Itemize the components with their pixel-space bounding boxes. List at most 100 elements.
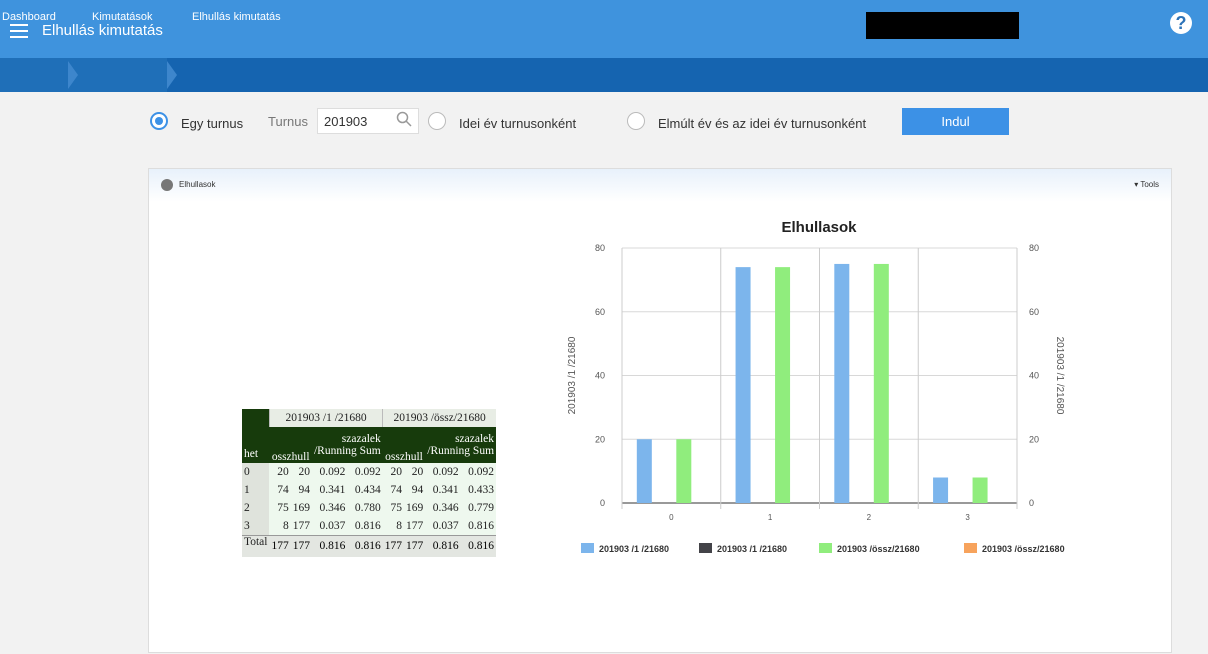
turnus-label: Turnus <box>268 114 308 129</box>
legend-label: 201903 /1 /21680 <box>717 544 787 554</box>
y-tick-label-right: 60 <box>1029 307 1039 317</box>
radio-label-elmult-ev: Elmúlt év és az idei év turnusonként <box>658 116 867 131</box>
bar <box>676 439 692 503</box>
table-cell: 0.346 <box>311 499 348 517</box>
table-cell: 0.346 <box>425 499 461 517</box>
y-tick-label: 60 <box>595 307 605 317</box>
y-tick-label: 40 <box>595 371 605 381</box>
radio-elmult-ev[interactable] <box>627 112 645 130</box>
col-running-sum: /Running Sum <box>425 445 497 463</box>
table-cell: 0.092 <box>425 463 461 481</box>
chart-title: Elhullasok <box>781 219 857 236</box>
table-cell: 0.092 <box>311 463 348 481</box>
x-tick-label: 0 <box>669 513 674 522</box>
breadcrumb-separator <box>167 58 177 92</box>
y-tick-label: 80 <box>595 243 605 253</box>
x-tick-label: 3 <box>965 513 970 522</box>
breadcrumb-kimutatasok[interactable]: Kimutatások <box>92 11 153 23</box>
hamburger-menu-icon[interactable] <box>10 24 28 38</box>
table-cell: 0.816 <box>347 517 383 535</box>
top-bar: Elhullás kimutatás ? <box>0 0 1208 58</box>
bar <box>735 267 751 503</box>
turnus-input[interactable] <box>317 108 419 134</box>
legend-swatch <box>819 543 832 553</box>
y-tick-label-right: 40 <box>1029 371 1039 381</box>
table-row: 3 8 177 0.037 0.816 8 177 0.037 0.816 <box>242 517 497 535</box>
pivot-table: 201903 /1 /21680 201903 /össz/21680 ossz… <box>242 409 497 557</box>
table-cell: 0.341 <box>425 481 461 499</box>
bar <box>636 439 652 503</box>
col-osszhull: osszhull <box>382 427 426 463</box>
y-tick-label: 20 <box>595 434 605 444</box>
table-total-row: Total 177 177 0.816 0.816 177 177 0.816 … <box>242 534 497 557</box>
row-label: 0 <box>242 463 270 481</box>
bar <box>972 477 988 503</box>
report-panel: Elhullasok ▾ Tools 201903 /1 /21680 2019… <box>148 168 1172 653</box>
y-axis-title: 201903 /1 /21680 <box>567 336 578 414</box>
total-cell: 0.816 <box>347 534 383 557</box>
table-cell: 20 <box>382 463 404 481</box>
y-tick-label-right: 20 <box>1029 434 1039 444</box>
app-title: Elhullás kimutatás <box>42 22 163 39</box>
radio-egy-turnus[interactable] <box>150 112 168 130</box>
breadcrumb-current: Elhullás kimutatás <box>192 11 281 23</box>
row-label: 3 <box>242 517 270 535</box>
table-cell: 75 <box>382 499 404 517</box>
total-cell: 0.816 <box>311 534 348 557</box>
col-szazalek: szazalek <box>311 427 383 445</box>
radio-label-egy-turnus: Egy turnus <box>181 116 244 131</box>
table-row: 2 75 169 0.346 0.780 75 169 0.346 0.779 <box>242 499 497 517</box>
table-row: 1 74 94 0.341 0.434 74 94 0.341 0.433 <box>242 481 497 499</box>
legend-label: 201903 /1 /21680 <box>599 544 669 554</box>
legend-swatch <box>581 543 594 553</box>
x-tick-label: 1 <box>768 513 773 522</box>
bar <box>873 263 889 503</box>
y-axis-title-right: 201903 /1 /21680 <box>1054 337 1065 415</box>
total-label: Total <box>242 534 270 557</box>
table-cell: 74 <box>269 481 291 499</box>
total-cell: 0.816 <box>460 534 497 557</box>
table-cell: 169 <box>404 499 426 517</box>
group-header-2: 201903 /össz/21680 <box>382 409 497 427</box>
table-cell: 20 <box>290 463 312 481</box>
total-cell: 177 <box>290 534 312 557</box>
table-cell: 0.037 <box>425 517 461 535</box>
breadcrumb-active-bg <box>167 58 1208 92</box>
table-cell: 0.434 <box>347 481 383 499</box>
tools-menu[interactable]: ▾ Tools <box>1134 180 1159 189</box>
table-cell: 0.037 <box>311 517 348 535</box>
bar <box>775 267 791 503</box>
legend-swatch <box>699 543 712 553</box>
legend-swatch <box>964 543 977 553</box>
table-cell: 8 <box>269 517 291 535</box>
x-tick-label: 2 <box>867 513 872 522</box>
total-cell: 177 <box>269 534 291 557</box>
table-cell: 8 <box>382 517 404 535</box>
panel-title: Elhullasok <box>179 180 216 189</box>
radio-idei-ev[interactable] <box>428 112 446 130</box>
legend-label: 201903 /össz/21680 <box>982 544 1065 554</box>
row-header-het: het <box>242 445 270 463</box>
total-cell: 177 <box>382 534 404 557</box>
y-tick-label-right: 0 <box>1029 498 1034 508</box>
col-running-sum: /Running Sum <box>311 445 383 463</box>
help-icon[interactable]: ? <box>1170 12 1192 34</box>
table-cell: 94 <box>404 481 426 499</box>
col-szazalek: szazalek <box>425 427 497 445</box>
report-icon <box>161 179 173 191</box>
group-header-1: 201903 /1 /21680 <box>268 409 383 427</box>
table-cell: 0.092 <box>460 463 497 481</box>
breadcrumb-dashboard[interactable]: Dashboard <box>2 11 56 23</box>
table-cell: 177 <box>404 517 426 535</box>
row-label: 1 <box>242 481 270 499</box>
total-cell: 177 <box>404 534 426 557</box>
table-cell: 0.092 <box>347 463 383 481</box>
table-cell: 74 <box>382 481 404 499</box>
panel-header: Elhullasok ▾ Tools <box>149 169 1171 202</box>
corner-cell <box>242 409 270 445</box>
table-cell: 0.780 <box>347 499 383 517</box>
legend-label: 201903 /össz/21680 <box>837 544 920 554</box>
indul-button[interactable]: Indul <box>902 108 1009 135</box>
row-label: 2 <box>242 499 270 517</box>
table-cell: 0.433 <box>460 481 497 499</box>
